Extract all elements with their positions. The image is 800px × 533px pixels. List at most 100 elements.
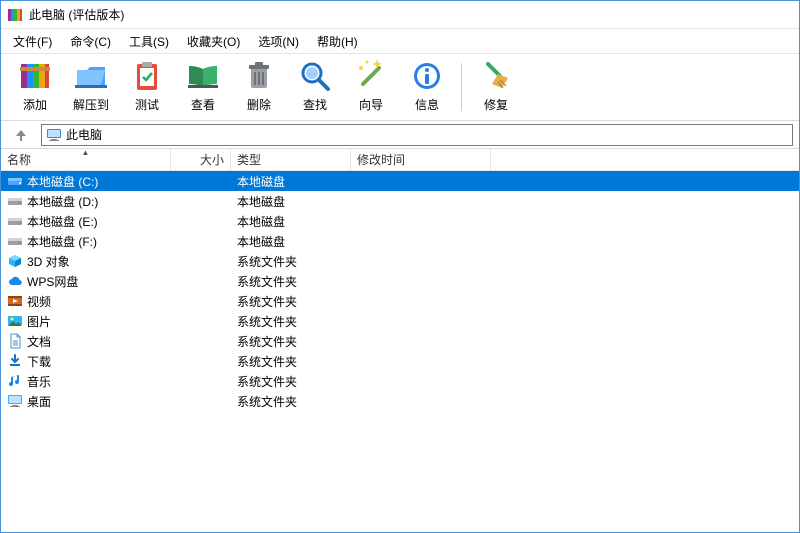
winrar-window: 此电脑 (评估版本) 文件(F) 命令(C) 工具(S) 收藏夹(O) 选项(N… bbox=[0, 0, 800, 533]
col-size[interactable]: 大小 bbox=[171, 149, 231, 170]
cell-name: 桌面 bbox=[1, 393, 171, 410]
tb-view-label: 查看 bbox=[191, 96, 215, 113]
navbar bbox=[1, 121, 799, 149]
row-name-text: 3D 对象 bbox=[27, 253, 70, 270]
cell-name: 本地磁盘 (E:) bbox=[1, 213, 171, 230]
row-name-text: 本地磁盘 (F:) bbox=[27, 233, 97, 250]
cell-type: 系统文件夹 bbox=[231, 333, 351, 350]
col-type[interactable]: 类型 bbox=[231, 149, 351, 170]
archive-books-icon bbox=[17, 58, 53, 94]
tb-test-label: 测试 bbox=[135, 96, 159, 113]
list-row[interactable]: 本地磁盘 (F:) 本地磁盘 bbox=[1, 231, 799, 251]
address-input[interactable] bbox=[66, 128, 788, 142]
list-header: ▲ 名称 大小 类型 修改时间 bbox=[1, 149, 799, 171]
list-row[interactable]: 音乐系统文件夹 bbox=[1, 371, 799, 391]
file-list[interactable]: 本地磁盘 (C:)本地磁盘本地磁盘 (D:)本地磁盘本地磁盘 (E:)本地磁盘本… bbox=[1, 171, 799, 532]
col-size-label: 大小 bbox=[200, 151, 224, 168]
cell-type: 系统文件夹 bbox=[231, 313, 351, 330]
cell-type: 本地磁盘 bbox=[231, 233, 351, 250]
cell-name: 图片 bbox=[1, 313, 171, 330]
sort-asc-icon: ▲ bbox=[82, 148, 90, 157]
cell-name: WPS网盘 bbox=[1, 273, 171, 290]
tb-add[interactable]: 添加 bbox=[9, 56, 61, 118]
pictures-icon bbox=[7, 313, 23, 329]
menu-help[interactable]: 帮助(H) bbox=[309, 31, 366, 52]
row-name-text: 本地磁盘 (D:) bbox=[27, 193, 98, 210]
cloud-icon bbox=[7, 273, 23, 289]
app-icon bbox=[7, 7, 23, 23]
list-row[interactable]: 图片 系统文件夹 bbox=[1, 311, 799, 331]
menu-file[interactable]: 文件(F) bbox=[5, 31, 60, 52]
arrow-up-icon bbox=[13, 127, 29, 143]
cell-type: 系统文件夹 bbox=[231, 253, 351, 270]
menu-tools[interactable]: 工具(S) bbox=[121, 31, 177, 52]
col-date[interactable]: 修改时间 bbox=[351, 149, 491, 170]
drive-icon bbox=[7, 213, 23, 229]
list-row[interactable]: 文档 系统文件夹 bbox=[1, 331, 799, 351]
music-icon bbox=[7, 373, 23, 389]
row-name-text: 下载 bbox=[27, 353, 51, 370]
list-row[interactable]: 本地磁盘 (D:) 本地磁盘 bbox=[1, 191, 799, 211]
list-row[interactable]: 3D 对象 系统文件夹 bbox=[1, 251, 799, 271]
tb-extract-label: 解压到 bbox=[73, 96, 109, 113]
tb-add-label: 添加 bbox=[23, 96, 47, 113]
tb-delete-label: 删除 bbox=[247, 96, 271, 113]
list-row[interactable]: 本地磁盘 (C:) 本地磁盘 bbox=[1, 171, 799, 191]
cell-type: 系统文件夹 bbox=[231, 393, 351, 410]
list-row[interactable]: 视频系统文件夹 bbox=[1, 291, 799, 311]
menubar: 文件(F) 命令(C) 工具(S) 收藏夹(O) 选项(N) 帮助(H) bbox=[1, 29, 799, 53]
wand-icon bbox=[353, 58, 389, 94]
up-button[interactable] bbox=[7, 124, 35, 146]
row-name-text: 视频 bbox=[27, 293, 51, 310]
menu-fav[interactable]: 收藏夹(O) bbox=[179, 31, 248, 52]
this-pc-icon bbox=[46, 127, 62, 143]
tb-test[interactable]: 测试 bbox=[121, 56, 173, 118]
cell-name: 音乐 bbox=[1, 373, 171, 390]
menu-options[interactable]: 选项(N) bbox=[250, 31, 307, 52]
row-name-text: 桌面 bbox=[27, 393, 51, 410]
row-name-text: 文档 bbox=[27, 333, 51, 350]
list-row[interactable]: 本地磁盘 (E:) 本地磁盘 bbox=[1, 211, 799, 231]
book-open-icon bbox=[185, 58, 221, 94]
magnifier-icon bbox=[297, 58, 333, 94]
drive-icon bbox=[7, 233, 23, 249]
row-name-text: 本地磁盘 (C:) bbox=[27, 173, 98, 190]
col-type-label: 类型 bbox=[237, 151, 261, 168]
tb-find[interactable]: 查找 bbox=[289, 56, 341, 118]
col-date-label: 修改时间 bbox=[357, 151, 405, 168]
tb-view[interactable]: 查看 bbox=[177, 56, 229, 118]
desktop-icon bbox=[7, 393, 23, 409]
tb-info[interactable]: 信息 bbox=[401, 56, 453, 118]
cell-name: 本地磁盘 (C:) bbox=[1, 173, 171, 190]
row-name-text: 音乐 bbox=[27, 373, 51, 390]
cell-name: 3D 对象 bbox=[1, 253, 171, 270]
menu-commands[interactable]: 命令(C) bbox=[62, 31, 119, 52]
3dobjects-icon bbox=[7, 253, 23, 269]
address-box[interactable] bbox=[41, 124, 793, 146]
tb-delete[interactable]: 删除 bbox=[233, 56, 285, 118]
cell-type: 本地磁盘 bbox=[231, 173, 351, 190]
cell-type: 本地磁盘 bbox=[231, 213, 351, 230]
list-row[interactable]: WPS网盘系统文件夹 bbox=[1, 271, 799, 291]
tb-wizard[interactable]: 向导 bbox=[345, 56, 397, 118]
list-row[interactable]: 下载系统文件夹 bbox=[1, 351, 799, 371]
tb-info-label: 信息 bbox=[415, 96, 439, 113]
cell-type: 本地磁盘 bbox=[231, 193, 351, 210]
tb-extract[interactable]: 解压到 bbox=[65, 56, 117, 118]
tb-repair[interactable]: 修复 bbox=[470, 56, 522, 118]
col-name-label: 名称 bbox=[7, 151, 31, 168]
drive-icon bbox=[7, 193, 23, 209]
tb-find-label: 查找 bbox=[303, 96, 327, 113]
list-row[interactable]: 桌面 系统文件夹 bbox=[1, 391, 799, 411]
cell-name: 本地磁盘 (D:) bbox=[1, 193, 171, 210]
cell-name: 本地磁盘 (F:) bbox=[1, 233, 171, 250]
info-icon bbox=[409, 58, 445, 94]
clipboard-check-icon bbox=[129, 58, 165, 94]
video-icon bbox=[7, 293, 23, 309]
row-name-text: 本地磁盘 (E:) bbox=[27, 213, 98, 230]
titlebar: 此电脑 (评估版本) bbox=[1, 1, 799, 29]
row-name-text: WPS网盘 bbox=[27, 273, 78, 290]
window-title: 此电脑 (评估版本) bbox=[29, 6, 124, 23]
col-name[interactable]: ▲ 名称 bbox=[1, 149, 171, 170]
drive-c-icon bbox=[7, 173, 23, 189]
